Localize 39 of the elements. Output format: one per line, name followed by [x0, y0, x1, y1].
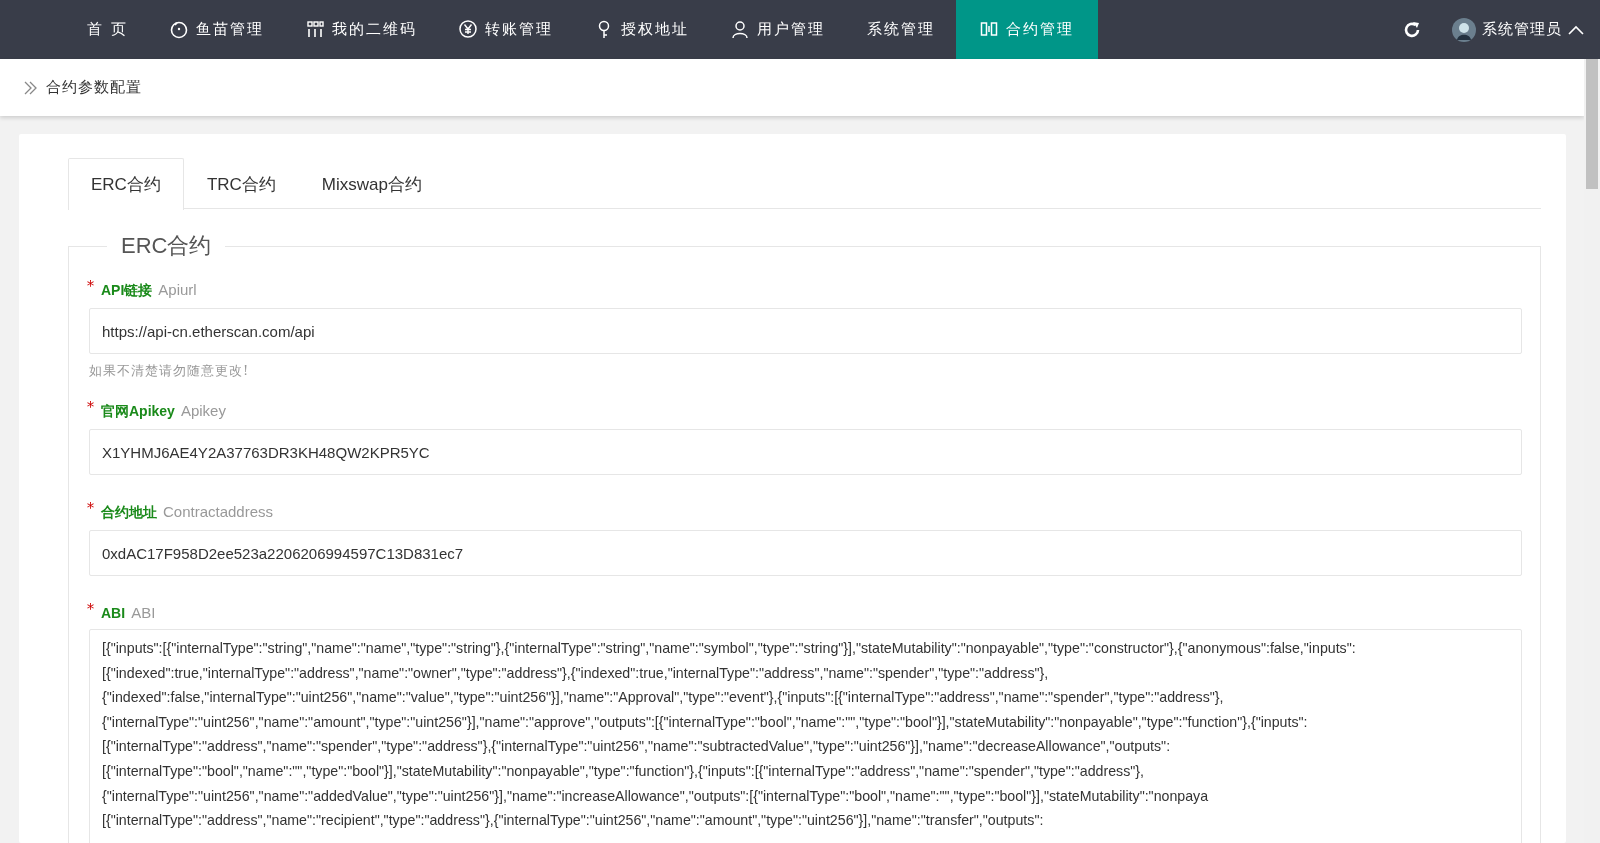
chevrons-icon — [24, 80, 38, 95]
field-label: 官网Apikey — [101, 403, 175, 421]
caret-icon[interactable] — [1568, 24, 1584, 35]
nav-item[interactable]: 转账管理 — [437, 0, 574, 59]
tab[interactable]: ERC合约 — [68, 158, 184, 210]
required-mark: * — [87, 601, 95, 617]
field-sublabel: Apikey — [180, 402, 226, 419]
field-sublabel: Apiurl — [158, 281, 197, 298]
required-mark: * — [87, 500, 95, 516]
nav-item[interactable]: 我的二维码 — [284, 0, 438, 59]
input-field[interactable]: 0xdAC17F958D2ee523a2206206994597C13D831ec7 — [89, 530, 1522, 576]
input-field[interactable]: X1YHMJ6AE4Y2A37763DR3KH48QW2KPR5YC — [89, 429, 1522, 475]
grid-icon — [305, 20, 324, 39]
field-label: ABI — [101, 605, 126, 621]
abi-field[interactable]: [{"inputs":[{"internalType":"string","name":"name","type":"string"},{"internalType":"string","name":"symbol","type":"string"}],"stateMutability":"nonpayable","type":"constructor"},{"anonymous":false,"inputs": [{"indexed":true,"internalType":"address","name":"owner","type":"address"},{"indexed":true,"internalType":"address","name":"spender","type":"address"}, {"indexed":false,"internalType":"uint256","name":"value","type":"uint256"}],"name":"Approval","type":"event"},{"inputs":[{"internalType":"address","name":"spender","type":"address"}, {"internalType":"uint256","name":"amount","type":"uint256"}],"name":"approve","outputs":[{"internalType":"bool","name":"","type":"bool"}],"stateMutability":"nonpayable","type":"function"},{"inputs": [{"internalType":"address","name":"spender","type":"address"},{"internalType":"uint256","name":"subtractedValue","type":"uint256"}],"name":"decreaseAllowance","outputs": [{"internalType":"bool","name":"","type":"bool"}],"stateMutability":"nonpayable","type":"function"},{"inputs":[{"internalType":"address","name":"spender","type":"address"}, {"internalType":"uint256","name":"addedValue","type":"uint256"}],"name":"increaseAllowance","outputs":[{"internalType":"bool","name":"","type":"bool"}],"stateMutability":"nonpaya [{"internalType":"address","name":"recipient","type":"address"},{"internalType":"uint256","name":"amount","type":"uint256"}],"name":"transfer","outputs": — [89, 629, 1522, 843]
nav-item[interactable]: 用户管理 — [709, 0, 846, 59]
required-mark: * — [87, 278, 95, 294]
nav-item[interactable]: 鱼苗管理 — [148, 0, 285, 59]
nav-item[interactable]: 首 页 — [66, 0, 149, 59]
yen-icon — [458, 20, 477, 39]
section-title: ERC合约 — [120, 232, 213, 260]
field-sublabel: ABI — [131, 604, 156, 621]
refresh-icon[interactable] — [1402, 19, 1422, 40]
avatar-icon[interactable] — [1452, 17, 1476, 42]
user-name[interactable]: 系统管理员 — [1482, 20, 1562, 39]
breadcrumb: 合约参数配置 — [46, 78, 142, 97]
columns-icon — [979, 20, 998, 39]
input-field[interactable]: https://api-cn.etherscan.com/api — [89, 308, 1522, 354]
nav-item[interactable]: 合约管理 — [955, 0, 1098, 59]
tab[interactable]: TRC合约 — [183, 158, 299, 209]
user-icon — [730, 20, 749, 39]
required-mark: * — [87, 399, 95, 415]
field-sublabel: Contractaddress — [163, 503, 274, 520]
tab[interactable]: Mixswap合约 — [298, 158, 445, 209]
nav-item[interactable]: 授权地址 — [573, 0, 710, 59]
nav-item[interactable]: 系统管理 — [845, 0, 956, 59]
field-label: 合约地址 — [101, 504, 157, 522]
field-label: API链接 — [101, 282, 153, 300]
field-hint: 如果不清楚请勿随意更改! — [89, 362, 251, 380]
